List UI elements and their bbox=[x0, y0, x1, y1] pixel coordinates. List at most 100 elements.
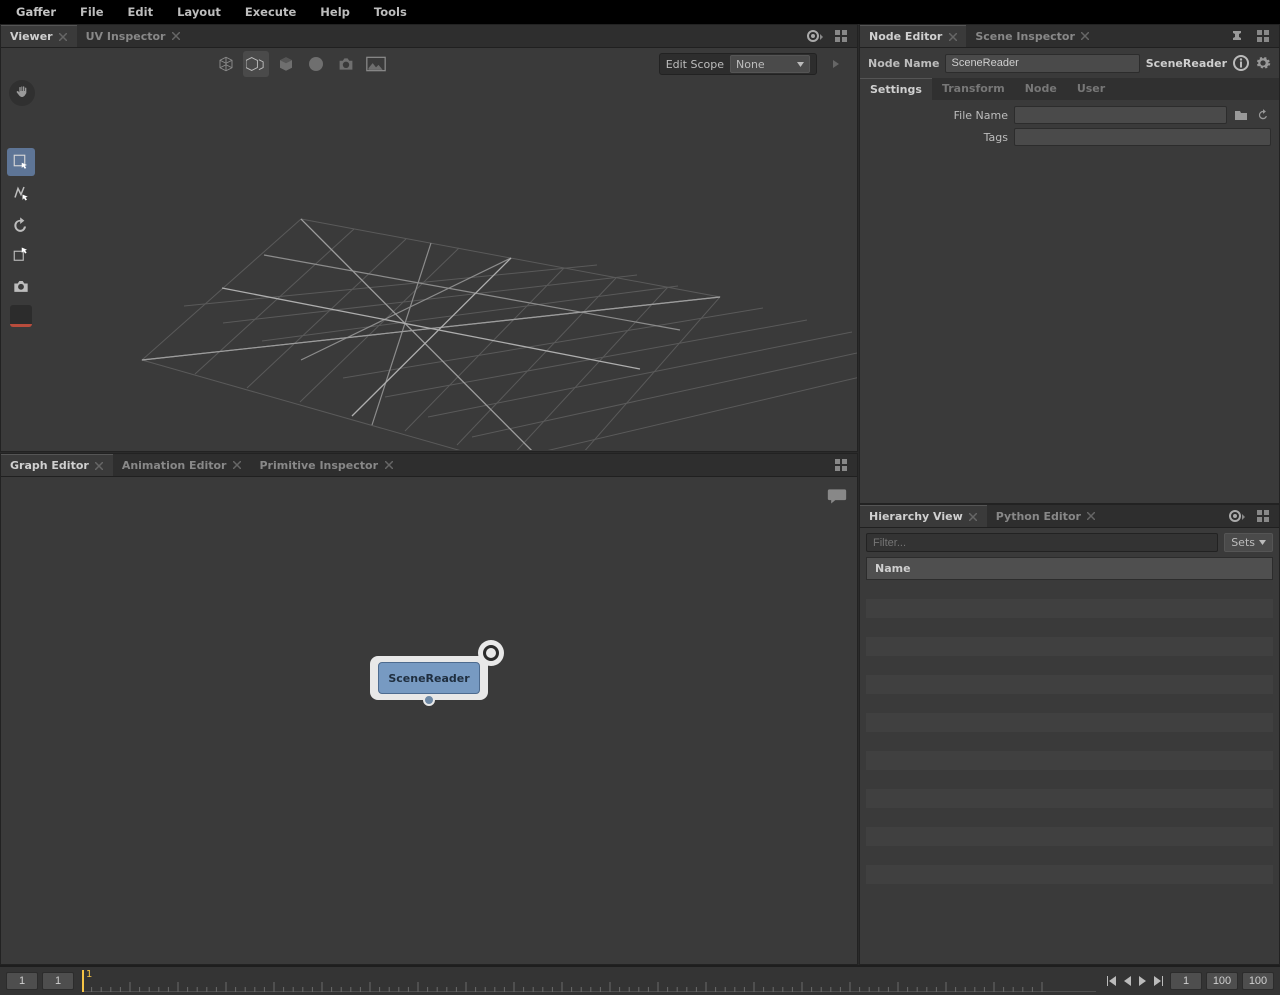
scale-tool-icon[interactable] bbox=[7, 241, 35, 269]
list-item[interactable] bbox=[866, 599, 1273, 618]
info-icon[interactable] bbox=[1233, 55, 1249, 71]
tab-uv-inspector[interactable]: UV Inspector bbox=[77, 25, 190, 47]
filename-input[interactable] bbox=[1014, 106, 1227, 124]
list-item[interactable] bbox=[866, 789, 1273, 808]
close-icon[interactable] bbox=[1087, 512, 1096, 521]
tab-viewer[interactable]: Viewer bbox=[1, 25, 77, 47]
gear-icon[interactable] bbox=[1255, 55, 1271, 71]
hierarchy-filter-input[interactable] bbox=[866, 533, 1218, 552]
play-forward-icon[interactable] bbox=[1136, 974, 1150, 988]
list-item[interactable] bbox=[866, 618, 1273, 637]
hierarchy-list bbox=[866, 580, 1273, 964]
tab-animation-editor[interactable]: Animation Editor bbox=[113, 454, 251, 476]
reload-icon[interactable] bbox=[1255, 107, 1271, 123]
list-item[interactable] bbox=[866, 637, 1273, 656]
list-item[interactable] bbox=[866, 675, 1273, 694]
list-item[interactable] bbox=[866, 884, 1273, 903]
viewport-3d[interactable] bbox=[1, 80, 857, 451]
expand-scope-icon[interactable] bbox=[805, 26, 825, 46]
camera-icon[interactable] bbox=[333, 51, 359, 77]
close-icon[interactable] bbox=[59, 32, 68, 41]
close-icon[interactable] bbox=[969, 512, 978, 521]
menu-edit[interactable]: Edit bbox=[116, 1, 166, 23]
skip-end-icon[interactable] bbox=[1152, 974, 1166, 988]
tab-python-editor[interactable]: Python Editor bbox=[987, 505, 1105, 527]
list-item[interactable] bbox=[866, 713, 1273, 732]
close-icon[interactable] bbox=[1081, 32, 1090, 41]
layout-grid-icon[interactable] bbox=[831, 455, 851, 475]
list-item[interactable] bbox=[866, 694, 1273, 713]
play-back-icon[interactable] bbox=[1120, 974, 1134, 988]
layout-grid-icon[interactable] bbox=[1253, 506, 1273, 526]
menu-help[interactable]: Help bbox=[308, 1, 362, 23]
draw-wireframe-icon[interactable] bbox=[213, 51, 239, 77]
list-item[interactable] bbox=[866, 827, 1273, 846]
tab-node-editor[interactable]: Node Editor bbox=[860, 25, 966, 47]
tab-primitive-inspector[interactable]: Primitive Inspector bbox=[250, 454, 402, 476]
node-output-port[interactable] bbox=[423, 694, 435, 706]
timeline-start-input[interactable] bbox=[6, 972, 38, 990]
expand-scope-icon[interactable] bbox=[1227, 506, 1247, 526]
annotation-icon[interactable] bbox=[827, 487, 847, 505]
menu-file[interactable]: File bbox=[68, 1, 116, 23]
tab-graph-editor[interactable]: Graph Editor bbox=[1, 454, 113, 476]
list-item[interactable] bbox=[866, 656, 1273, 675]
timeline-track[interactable]: 1 bbox=[82, 970, 1096, 992]
translate-tool-icon[interactable] bbox=[7, 179, 35, 207]
crop-tool-icon[interactable] bbox=[10, 305, 32, 327]
sets-dropdown[interactable]: Sets bbox=[1224, 533, 1273, 552]
graph-node-scenereader[interactable]: SceneReader bbox=[370, 656, 488, 700]
close-icon[interactable] bbox=[232, 461, 241, 470]
timeline-current-input[interactable] bbox=[1170, 972, 1202, 990]
close-icon[interactable] bbox=[95, 461, 104, 470]
section-tab-transform[interactable]: Transform bbox=[932, 78, 1015, 100]
menu-layout[interactable]: Layout bbox=[165, 1, 233, 23]
select-tool-icon[interactable] bbox=[7, 148, 35, 176]
rotate-tool-icon[interactable] bbox=[7, 210, 35, 238]
draw-shaded-icon[interactable] bbox=[273, 51, 299, 77]
skip-start-icon[interactable] bbox=[1104, 974, 1118, 988]
draw-sphere-icon[interactable] bbox=[303, 51, 329, 77]
list-item[interactable] bbox=[866, 770, 1273, 789]
section-tab-settings[interactable]: Settings bbox=[860, 78, 932, 100]
pin-icon[interactable] bbox=[1227, 26, 1247, 46]
list-item[interactable] bbox=[866, 808, 1273, 827]
list-item[interactable] bbox=[866, 865, 1273, 884]
tab-hierarchy-view[interactable]: Hierarchy View bbox=[860, 505, 987, 527]
edit-scope-next-icon[interactable] bbox=[823, 51, 849, 77]
folder-icon[interactable] bbox=[1233, 107, 1249, 123]
tab-scene-inspector[interactable]: Scene Inspector bbox=[966, 25, 1099, 47]
close-icon[interactable] bbox=[171, 32, 180, 41]
node-focus-icon[interactable] bbox=[478, 640, 504, 666]
playhead[interactable] bbox=[82, 970, 84, 992]
menu-tools[interactable]: Tools bbox=[362, 1, 419, 23]
section-tab-node[interactable]: Node bbox=[1015, 78, 1067, 100]
viewer-tabbar: Viewer UV Inspector bbox=[1, 25, 857, 48]
section-tab-user[interactable]: User bbox=[1067, 78, 1115, 100]
list-item[interactable] bbox=[866, 846, 1273, 865]
list-item[interactable] bbox=[866, 751, 1273, 770]
node-name-input[interactable] bbox=[945, 54, 1139, 73]
viewer-toolbar: Edit Scope None bbox=[1, 48, 857, 80]
hierarchy-column-name[interactable]: Name bbox=[866, 557, 1273, 580]
timeline-range-end-input[interactable] bbox=[1206, 972, 1238, 990]
edit-scope-select[interactable]: None bbox=[730, 55, 810, 73]
tags-input[interactable] bbox=[1014, 128, 1271, 146]
timeline-end-input[interactable] bbox=[1242, 972, 1274, 990]
timeline-range-start-input[interactable] bbox=[42, 972, 74, 990]
node-editor-tabbar: Node Editor Scene Inspector bbox=[860, 25, 1279, 48]
list-item[interactable] bbox=[866, 732, 1273, 751]
menu-execute[interactable]: Execute bbox=[233, 1, 308, 23]
layout-grid-icon[interactable] bbox=[1253, 26, 1273, 46]
list-item[interactable] bbox=[866, 580, 1273, 599]
layout-grid-icon[interactable] bbox=[831, 26, 851, 46]
close-icon[interactable] bbox=[948, 32, 957, 41]
camera-tool-icon[interactable] bbox=[7, 272, 35, 300]
close-icon[interactable] bbox=[384, 461, 393, 470]
graph-canvas[interactable]: SceneReader bbox=[1, 477, 857, 964]
hierarchy-panel: Hierarchy View Python Editor Sets Name bbox=[859, 504, 1280, 965]
draw-solid-icon[interactable] bbox=[243, 51, 269, 77]
menu-gaffer[interactable]: Gaffer bbox=[4, 1, 68, 23]
image-icon[interactable] bbox=[363, 51, 389, 77]
edit-scope-value: None bbox=[736, 58, 765, 71]
